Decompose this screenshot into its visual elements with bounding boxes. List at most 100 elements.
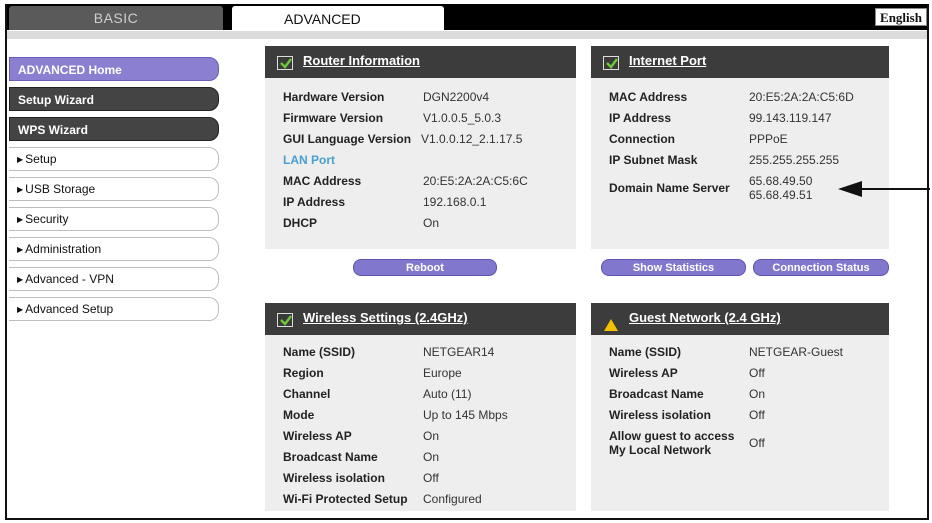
info-row: IP Subnet Mask 255.255.255.255: [609, 153, 889, 174]
sidebar-item-label: Advanced - VPN: [25, 272, 114, 286]
lan-port-heading: LAN Port: [283, 153, 335, 167]
info-row: Broadcast Name On: [609, 387, 889, 408]
allow-guest-label-line: My Local Network: [609, 443, 712, 457]
sidebar-item-label: Security: [25, 212, 69, 226]
warning-icon: [603, 313, 619, 343]
info-value: NETGEAR14: [423, 345, 495, 359]
info-value: 255.255.255.255: [749, 153, 840, 167]
info-label: Wi-Fi Protected Setup: [283, 492, 408, 506]
info-label: IP Address: [609, 111, 672, 125]
info-value: PPPoE: [749, 132, 788, 146]
info-row: Wi-Fi Protected Setup Configured: [283, 492, 576, 513]
guest-network-title[interactable]: Guest Network (2.4 GHz): [629, 310, 781, 325]
show-statistics-button[interactable]: Show Statistics: [601, 259, 746, 276]
dns-label: Domain Name Server: [609, 181, 730, 195]
info-row: IP Address 99.143.119.147: [609, 111, 889, 132]
sidebar-item-label: Advanced Setup: [25, 302, 114, 316]
info-label: Wireless AP: [283, 429, 352, 443]
internet-port-button-bar: Show Statistics Connection Status: [591, 249, 889, 291]
info-row: MAC Address 20:E5:2A:2A:C5:6C: [283, 174, 576, 195]
info-label: MAC Address: [609, 90, 688, 104]
info-value: Configured: [423, 492, 482, 506]
info-row: Channel Auto (11): [283, 387, 576, 408]
dns-values: 65.68.49.50 65.68.49.51: [749, 174, 812, 202]
router-info-button-bar: Reboot: [265, 249, 576, 291]
internet-port-header: Internet Port: [591, 46, 889, 78]
info-label: MAC Address: [283, 174, 362, 188]
info-row: Name (SSID) NETGEAR-Guest: [609, 345, 889, 366]
sidebar-item-setup[interactable]: ▶ Setup: [9, 147, 219, 171]
wireless-settings-title[interactable]: Wireless Settings (2.4GHz): [303, 310, 468, 325]
info-row: Firmware Version V1.0.0.5_5.0.3: [283, 111, 576, 132]
check-icon: [277, 56, 293, 70]
check-icon: [603, 56, 619, 70]
info-value: 192.168.0.1: [423, 195, 487, 209]
info-label: Mode: [283, 408, 315, 422]
triangle-right-icon: ▶: [17, 275, 24, 284]
arrow-pointer-icon: [838, 181, 930, 197]
triangle-right-icon: ▶: [17, 185, 24, 194]
guest-network-panel: Guest Network (2.4 GHz) Name (SSID) NETGE…: [591, 303, 889, 511]
info-row: Name (SSID) NETGEAR14: [283, 345, 576, 366]
info-row: MAC Address 20:E5:2A:2A:C5:6D: [609, 90, 889, 111]
info-value: Up to 145 Mbps: [423, 408, 508, 422]
allow-guest-label: Allow guest to access My Local Network: [609, 429, 749, 457]
info-value: DGN2200v4: [423, 90, 490, 104]
sidebar-item-label: USB Storage: [25, 182, 96, 196]
info-label: Connection: [609, 132, 675, 146]
info-row: Wireless isolation Off: [609, 408, 889, 429]
info-label: DHCP: [283, 216, 318, 230]
sidebar-advanced-home[interactable]: ADVANCED Home: [9, 57, 219, 81]
triangle-right-icon: ▶: [17, 305, 24, 314]
sidebar-item-usb-storage[interactable]: ▶ USB Storage: [9, 177, 219, 201]
info-row: Allow guest to access My Local Network Of…: [609, 429, 889, 457]
sidebar-item-administration[interactable]: ▶ Administration: [9, 237, 219, 261]
internet-port-title[interactable]: Internet Port: [629, 53, 706, 68]
sidebar-wps-wizard[interactable]: WPS Wizard: [9, 117, 219, 141]
info-label: Broadcast Name: [283, 450, 378, 464]
info-row: IP Address 192.168.0.1: [283, 195, 576, 216]
info-row: Region Europe: [283, 366, 576, 387]
dns-primary: 65.68.49.50: [749, 174, 813, 188]
info-label: Hardware Version: [283, 90, 385, 104]
info-label: Name (SSID): [283, 345, 356, 359]
info-value: Off: [749, 366, 765, 380]
allow-guest-label-line: Allow guest to access: [609, 429, 735, 443]
sidebar: ADVANCED Home Setup Wizard WPS Wizard ▶ S…: [9, 57, 219, 327]
info-label: Wireless isolation: [283, 471, 385, 485]
connection-status-button[interactable]: Connection Status: [753, 259, 889, 276]
info-label: Broadcast Name: [609, 387, 704, 401]
info-row: Hardware Version DGN2200v4: [283, 90, 576, 111]
info-value: Auto (11): [423, 387, 472, 401]
guest-network-header: Guest Network (2.4 GHz): [591, 303, 889, 335]
info-value: V1.0.0.5_5.0.3: [423, 111, 502, 125]
sidebar-setup-wizard[interactable]: Setup Wizard: [9, 87, 219, 111]
info-label: IP Subnet Mask: [609, 153, 698, 167]
info-row: Mode Up to 145 Mbps: [283, 408, 576, 429]
header-strip: [7, 31, 927, 39]
info-value: On: [423, 450, 440, 464]
sidebar-item-advanced-setup[interactable]: ▶ Advanced Setup: [9, 297, 219, 321]
reboot-button[interactable]: Reboot: [353, 259, 497, 276]
info-row: DHCP On: [283, 216, 576, 237]
info-value: NETGEAR-Guest: [749, 345, 844, 359]
allow-guest-value: Off: [749, 436, 765, 450]
check-icon: [277, 313, 293, 327]
info-value: 99.143.119.147: [749, 111, 832, 125]
dns-secondary: 65.68.49.51: [749, 188, 813, 202]
sidebar-item-label: Administration: [25, 242, 102, 256]
info-value: Off: [423, 471, 439, 485]
info-row: Wireless isolation Off: [283, 471, 576, 492]
info-value: V1.0.0.12_2.1.17.5: [421, 132, 523, 146]
info-label: Wireless isolation: [609, 408, 711, 422]
router-info-title[interactable]: Router Information: [303, 53, 420, 68]
info-row: GUI Language Version V1.0.0.12_2.1.17.5: [283, 132, 576, 153]
sidebar-item-security[interactable]: ▶ Security: [9, 207, 219, 231]
wireless-settings-panel: Wireless Settings (2.4GHz) Name (SSID) NE…: [265, 303, 576, 511]
triangle-right-icon: ▶: [17, 215, 24, 224]
triangle-right-icon: ▶: [17, 155, 24, 164]
sidebar-item-advanced-vpn[interactable]: ▶ Advanced - VPN: [9, 267, 219, 291]
info-label: GUI Language Version: [283, 132, 412, 146]
info-value: Europe: [423, 366, 462, 380]
info-label: Channel: [283, 387, 331, 401]
